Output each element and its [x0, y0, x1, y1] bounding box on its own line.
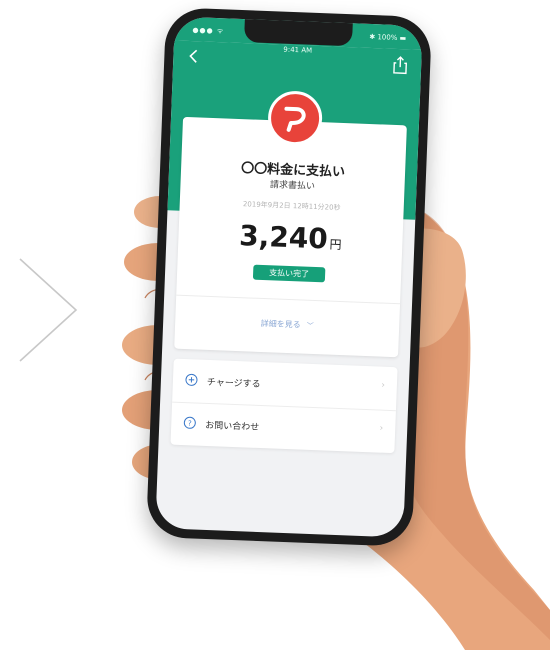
svg-text:?: ? — [188, 420, 192, 428]
action-label: お問い合わせ — [205, 420, 260, 433]
view-details-label: 詳細を見る — [260, 318, 301, 330]
view-details-link[interactable]: 詳細を見る ﹀ — [175, 315, 399, 335]
smartphone: ●●● ᯤ ✱ 100% ▬ 9:41 AM 〇〇料金に支払い 請求書払い 20… — [145, 7, 433, 547]
paypay-logo-icon — [267, 90, 324, 147]
battery-indicator: ✱ 100% ▬ — [369, 32, 407, 43]
chevron-right-icon: › — [381, 380, 386, 391]
status-badge: 支払い完了 — [252, 264, 326, 283]
action-label: チャージする — [206, 377, 261, 390]
chevron-down-icon: ﹀ — [306, 321, 314, 330]
amount-currency: 円 — [329, 237, 342, 252]
share-icon[interactable] — [391, 55, 410, 76]
action-list: チャージする › ? お問い合わせ › — [170, 358, 398, 454]
receipt-card: 〇〇料金に支払い 請求書払い 2019年9月2日 12時11分20秒 3,240… — [174, 90, 407, 358]
amount-value: 3,240 — [238, 219, 329, 256]
chevron-left-icon[interactable] — [185, 47, 204, 66]
chevron-right-icon: › — [379, 423, 384, 434]
plus-circle-icon — [185, 373, 198, 386]
payment-amount: 3,240円 — [178, 217, 403, 259]
divider — [176, 294, 401, 305]
question-circle-icon: ? — [183, 416, 196, 429]
action-item-contact[interactable]: ? お問い合わせ › — [170, 402, 395, 454]
phone-screen: ●●● ᯤ ✱ 100% ▬ 9:41 AM 〇〇料金に支払い 請求書払い 20… — [155, 16, 423, 538]
phone-notch — [243, 18, 353, 47]
signal-indicator: ●●● ᯤ — [192, 26, 225, 36]
payment-datetime: 2019年9月2日 12時11分20秒 — [242, 200, 341, 212]
